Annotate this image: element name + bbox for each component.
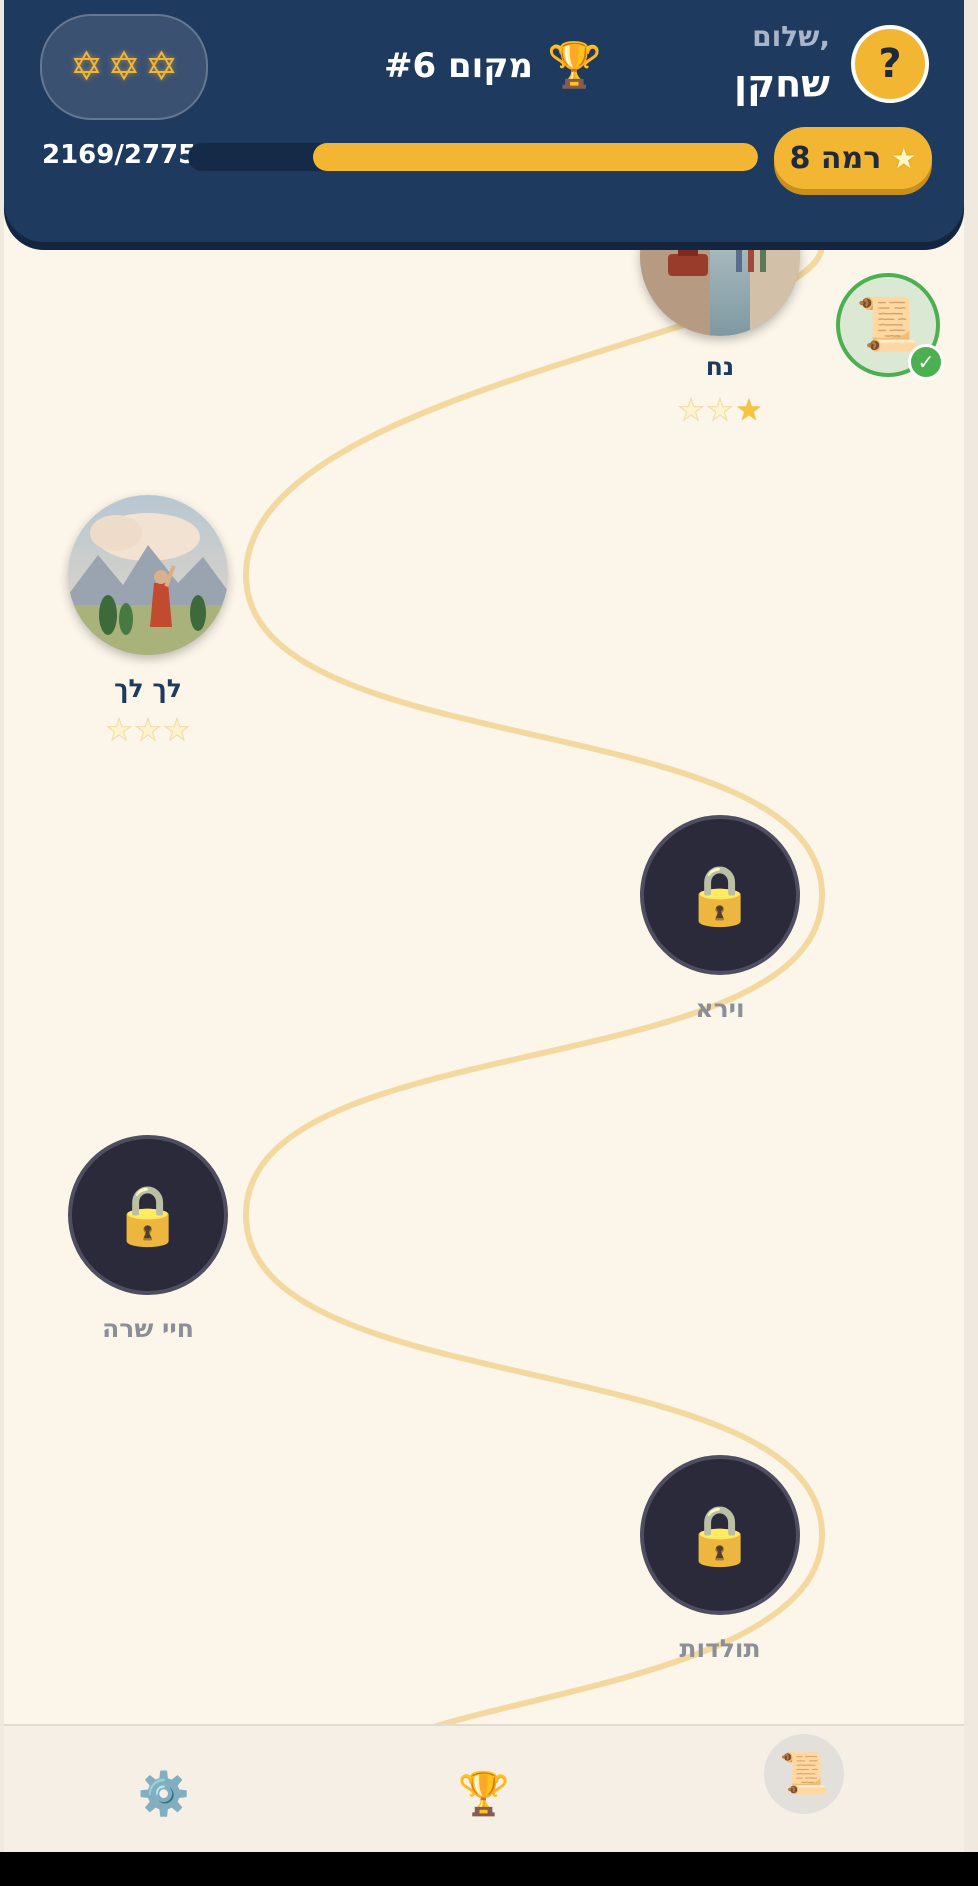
star-empty-icon: ★ [677,393,705,428]
level-map[interactable]: נח ★ ★ ★ לך לך ★ ★ ★ 🔒 וירא 🔒 חיי שרה 🔒 … [4,0,964,1852]
star-empty-icon: ★ [105,713,133,748]
scroll-icon: 📜 [779,1751,829,1797]
level-stars-noach: ★ ★ ★ [660,393,780,428]
nav-leaderboard-button[interactable]: 🏆 [444,1754,524,1834]
star-of-david-icon: ✡ [69,44,104,90]
trophy-icon: 🏆 [546,40,602,91]
star-of-david-icon: ✡ [144,44,179,90]
star-of-david-icon: ✡ [107,44,141,90]
rank-label: מקום #6 [384,46,533,86]
level-label-noach: נח [705,352,735,381]
nav-settings-button[interactable]: ⚙️ [124,1754,204,1834]
scroll-icon: 📜 [855,295,921,355]
lock-icon: 🔒 [683,1501,757,1569]
star-empty-icon: ★ [134,713,162,748]
level-label-lech-lecha: לך לך [114,674,182,703]
rank-display[interactable]: מקום #6 🏆 [384,38,602,94]
check-icon: ✓ [908,344,944,380]
xp-counter: 2169/2775 [42,140,197,170]
level-button[interactable]: רמה 8 ★ [774,127,932,189]
nav-map-button[interactable]: 📜 [764,1734,844,1814]
level-label-toldot: תולדות [679,1634,761,1663]
player-name: שחקן [734,62,830,106]
level-stars-lech-lecha: ★ ★ ★ [88,713,208,748]
level-node-lech-lecha[interactable] [68,495,228,655]
star-filled-icon: ★ [735,393,763,428]
app-root: נח ★ ★ ★ לך לך ★ ★ ★ 🔒 וירא 🔒 חיי שרה 🔒 … [0,0,978,1852]
star-empty-icon: ★ [706,393,734,428]
star-empty-icon: ★ [163,713,191,748]
xp-progress-bar [188,143,758,171]
xp-progress-fill [313,143,758,171]
level-node-toldot[interactable]: 🔒 [640,1455,800,1615]
lock-icon: 🔒 [683,861,757,929]
gear-icon: ⚙️ [137,1769,191,1818]
level-path [242,242,826,1733]
level-node-chayei-sarah[interactable]: 🔒 [68,1135,228,1295]
level-node-vayera[interactable]: 🔒 [640,815,800,975]
greeting-text: שלום, [752,20,830,53]
bottom-navigation: ⚙️ 🏆 📜 [4,1724,964,1852]
star-icon: ★ [891,141,917,175]
abraham-illustration-icon [68,495,228,655]
level-label-vayera: וירא [695,994,745,1023]
help-button[interactable]: ? [851,25,929,103]
level-label: רמה 8 [789,140,882,176]
stars-pill[interactable]: ✡ ✡ ✡ [40,14,208,120]
trophy-icon: 🏆 [457,1769,511,1818]
level-label-chayei-sarah: חיי שרה [102,1314,194,1343]
top-header: ✡ ✡ ✡ מקום #6 🏆 שלום, שחקן ? 2169/2775 ר… [4,0,964,242]
lock-icon: 🔒 [111,1181,185,1249]
